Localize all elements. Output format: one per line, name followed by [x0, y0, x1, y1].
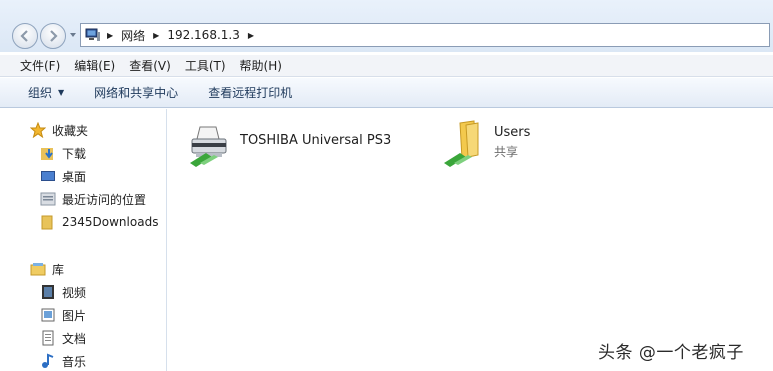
organize-label: 组织 [28, 86, 53, 100]
folder-shared-icon [444, 120, 479, 167]
watermark-text: 头条 @一个老疯子 [598, 343, 744, 363]
library-icon [30, 263, 46, 276]
nav-videos[interactable]: 视频 [40, 282, 86, 302]
nav-label: 视频 [62, 285, 87, 300]
nav-downloads[interactable]: 下载 [40, 143, 86, 163]
nav-recent-places[interactable]: 最近访问的位置 [40, 189, 146, 209]
breadcrumb-separator-icon[interactable]: ▶ [153, 31, 159, 40]
pictures-icon [41, 308, 55, 322]
nav-label: 2345Downloads [62, 215, 159, 229]
nav-music[interactable]: 音乐 [40, 351, 86, 371]
organize-button[interactable]: 组织 ▼ [28, 84, 64, 101]
view-remote-printers-button[interactable]: 查看远程打印机 [208, 84, 292, 101]
item-name: TOSHIBA Universal PS3 [240, 133, 392, 148]
downloads-folder-icon [41, 148, 53, 160]
back-button[interactable] [12, 23, 38, 49]
navigation-pane: 收藏夹 下载 桌面 最近访问的位置 2345Downloads 库 视频 图片 … [0, 109, 167, 371]
desktop-icon [41, 171, 55, 181]
content-pane: TOSHIBA Universal PS3 Users 共享 [168, 109, 773, 371]
menu-bar: 文件(F) 编辑(E) 查看(V) 工具(T) 帮助(H) [0, 55, 773, 77]
nav-documents[interactable]: 文档 [40, 328, 86, 348]
address-field[interactable]: ▶ 网络 ▶ 192.168.1.3 ▶ [80, 23, 770, 47]
recent-places-icon [40, 192, 56, 206]
documents-icon [42, 330, 54, 346]
nav-pictures[interactable]: 图片 [40, 305, 86, 325]
menu-tools[interactable]: 工具(T) [185, 57, 226, 74]
breadcrumb-network[interactable]: 网络 [121, 27, 145, 44]
network-computer-icon [85, 28, 100, 41]
menu-help[interactable]: 帮助(H) [240, 57, 282, 74]
nav-label: 下载 [62, 146, 87, 161]
breadcrumb-separator-icon[interactable]: ▶ [248, 31, 254, 40]
video-icon [42, 285, 54, 299]
network-center-button[interactable]: 网络和共享中心 [94, 84, 178, 101]
address-bar-region: ▶ 网络 ▶ 192.168.1.3 ▶ [0, 0, 773, 52]
menu-edit[interactable]: 编辑(E) [74, 57, 115, 74]
music-icon [42, 353, 54, 368]
item-meta: Users 共享 [494, 119, 530, 160]
printer-shared-icon [190, 126, 227, 167]
forward-arrow-icon [50, 30, 58, 42]
chevron-down-icon: ▼ [58, 88, 65, 97]
nav-label: 文档 [62, 331, 87, 346]
nav-2345downloads[interactable]: 2345Downloads [40, 212, 158, 232]
nav-label: 最近访问的位置 [62, 192, 147, 207]
item-users-folder[interactable]: Users 共享 [440, 119, 530, 167]
breadcrumb-host[interactable]: 192.168.1.3 [167, 28, 240, 42]
menu-view[interactable]: 查看(V) [129, 57, 171, 74]
nav-label: 库 [52, 262, 65, 277]
item-printer[interactable]: TOSHIBA Universal PS3 [186, 119, 391, 167]
nav-desktop[interactable]: 桌面 [40, 166, 86, 186]
nav-label: 音乐 [62, 354, 87, 369]
command-bar: 组织 ▼ 网络和共享中心 查看远程打印机 [0, 78, 773, 108]
back-arrow-icon [20, 30, 28, 42]
nav-label: 桌面 [62, 169, 87, 184]
item-share-status: 共享 [494, 145, 519, 159]
menu-file[interactable]: 文件(F) [20, 57, 60, 74]
star-icon [30, 122, 46, 138]
item-name: Users [494, 125, 531, 140]
folder-icon [41, 215, 53, 230]
forward-button[interactable] [40, 23, 66, 49]
nav-label: 收藏夹 [52, 123, 89, 138]
breadcrumb-separator-icon[interactable]: ▶ [107, 31, 113, 40]
nav-favorites[interactable]: 收藏夹 [30, 120, 88, 140]
item-meta: TOSHIBA Universal PS3 [240, 119, 391, 148]
nav-libraries[interactable]: 库 [30, 259, 64, 279]
recent-pages-dropdown[interactable] [69, 31, 77, 39]
nav-label: 图片 [62, 308, 87, 323]
